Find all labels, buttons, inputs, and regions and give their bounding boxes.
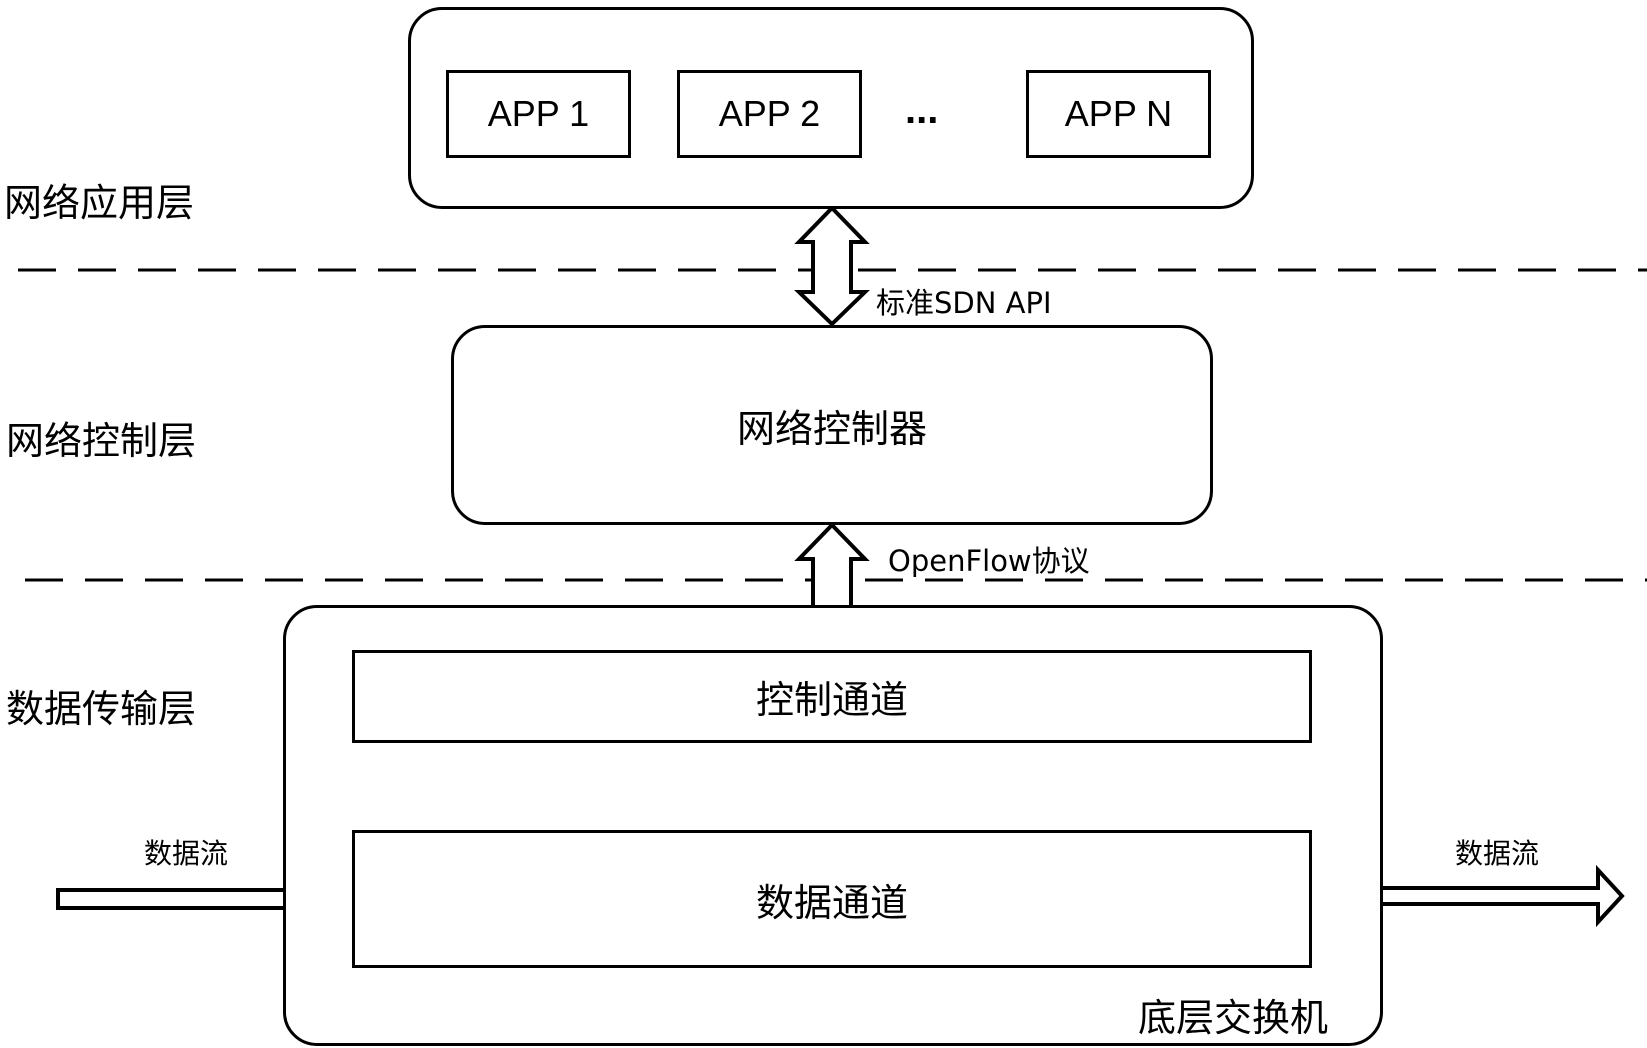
- app-label: APP 1: [487, 93, 590, 134]
- app-label: APP 2: [718, 93, 821, 134]
- northbound-double-arrow: [794, 205, 870, 327]
- output-flow-label: 数据流: [1455, 837, 1540, 870]
- southbound-interface-label: OpenFlow协议: [888, 544, 1090, 578]
- network-controller-box[interactable]: 网络控制器: [451, 325, 1213, 525]
- app-box-2[interactable]: APP 2: [677, 70, 862, 158]
- app-label: APP N: [1064, 93, 1173, 134]
- app-box-1[interactable]: APP 1: [446, 70, 631, 158]
- layer-label-application: 网络应用层: [4, 181, 195, 225]
- data-channel-box[interactable]: 数据通道: [352, 830, 1312, 968]
- data-channel-label: 数据通道: [755, 880, 908, 925]
- switch-label: 底层交换机: [1138, 996, 1329, 1040]
- layer-label-control: 网络控制层: [6, 419, 197, 463]
- control-channel-label: 控制通道: [755, 678, 908, 722]
- layer-label-data: 数据传输层: [6, 687, 197, 731]
- output-flow-arrow: [1378, 864, 1625, 928]
- app-ellipsis: ...: [905, 88, 939, 132]
- network-controller-label: 网络控制器: [736, 406, 927, 451]
- app-box-n[interactable]: APP N: [1026, 70, 1211, 158]
- northbound-interface-label: 标准SDN API: [876, 286, 1052, 320]
- input-flow-label: 数据流: [144, 837, 229, 870]
- control-channel-box[interactable]: 控制通道: [352, 650, 1312, 743]
